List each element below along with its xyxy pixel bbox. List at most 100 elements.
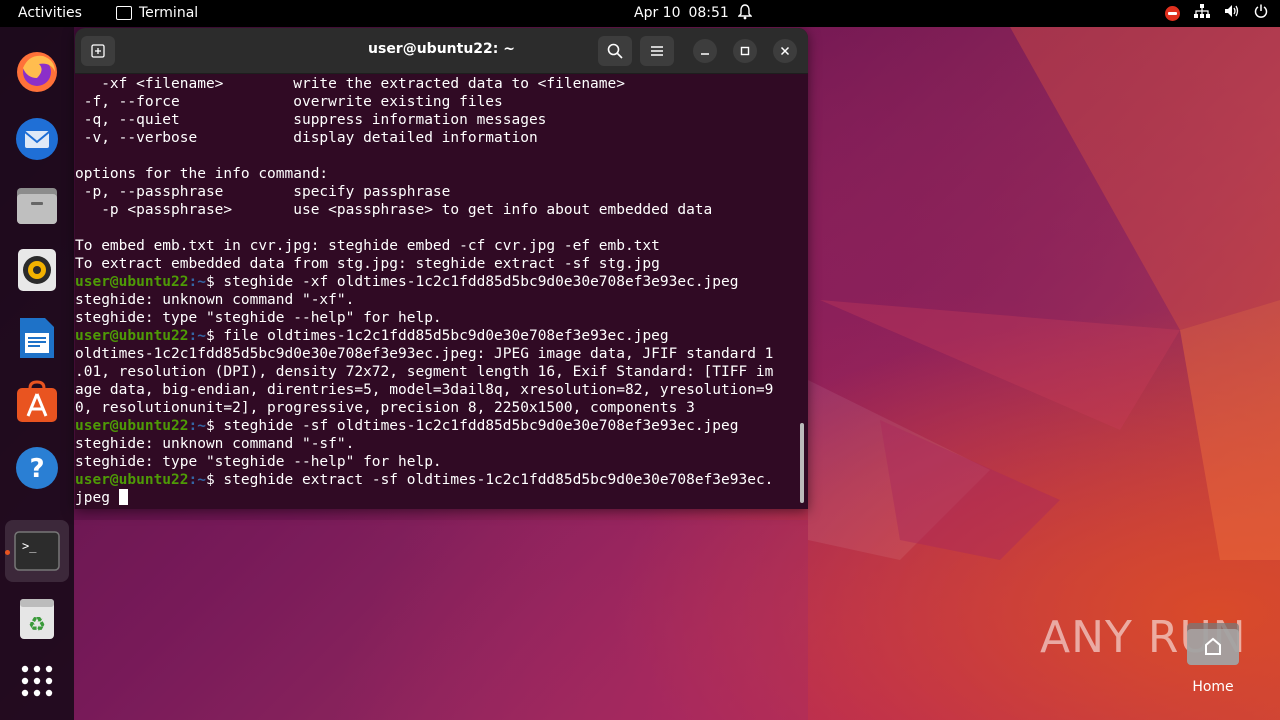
clock-time: 08:51 [688, 5, 729, 21]
prompt-path: :~ [188, 274, 206, 290]
output-text: -f, --force overwrite existing files [75, 94, 503, 110]
terminal-small-icon [116, 6, 132, 20]
minimize-icon [701, 53, 709, 55]
command-text: $ steghide -xf oldtimes-1c2c1fdd85d5bc9d… [205, 274, 739, 290]
output-text: 0, resolutionunit=2], progressive, preci… [75, 400, 695, 416]
rhythmbox-icon[interactable] [13, 246, 61, 294]
dock: ? >_ ♻ [0, 27, 74, 720]
command-continuation: jpeg [75, 490, 119, 506]
trash-icon[interactable]: ♻ [13, 595, 61, 643]
output-text: .01, resolution (DPI), density 72x72, se… [75, 364, 774, 380]
terminal-output-line: -q, --quiet suppress information message… [75, 111, 808, 129]
output-text: To extract embedded data from stg.jpg: s… [75, 256, 660, 272]
terminal-output-line: .01, resolution (DPI), density 72x72, se… [75, 363, 808, 381]
text-cursor [118, 489, 128, 505]
output-text: oldtimes-1c2c1fdd85d5bc9d0e30e708ef3e93e… [75, 346, 774, 362]
power-icon[interactable] [1254, 4, 1268, 22]
bell-icon[interactable] [737, 4, 753, 24]
terminal-output-line: -p, --passphrase specify passphrase [75, 183, 808, 201]
output-text: steghide: unknown command "-sf". [75, 436, 355, 452]
search-icon [607, 43, 623, 59]
terminal-output[interactable]: -xf <filename> write the extracted data … [75, 75, 808, 509]
terminal-output-line: To extract embedded data from stg.jpg: s… [75, 255, 808, 273]
svg-text:?: ? [29, 454, 44, 484]
command-text: $ steghide -sf oldtimes-1c2c1fdd85d5bc9d… [205, 418, 739, 434]
terminal-output-line: -f, --force overwrite existing files [75, 93, 808, 111]
network-icon[interactable] [1194, 4, 1210, 22]
firefox-icon[interactable] [13, 48, 61, 96]
clock[interactable]: Apr 10 08:51 [634, 5, 729, 21]
prompt-path: :~ [188, 328, 206, 344]
output-text: steghide: unknown command "-xf". [75, 292, 355, 308]
terminal-prompt-line: user@ubuntu22:~$ file oldtimes-1c2c1fdd8… [75, 327, 808, 345]
prompt-user: user@ubuntu22 [75, 328, 189, 344]
terminal-scrollbar[interactable] [800, 423, 804, 503]
terminal-output-line: age data, big-endian, direntries=5, mode… [75, 381, 808, 399]
minimize-button[interactable] [693, 39, 717, 63]
app-name: Terminal [139, 5, 199, 21]
search-button[interactable] [598, 36, 632, 66]
volume-icon[interactable] [1224, 4, 1240, 22]
terminal-output-line: -p <passphrase> use <passphrase> to get … [75, 201, 808, 219]
prompt-path: :~ [188, 418, 206, 434]
prompt-user: user@ubuntu22 [75, 274, 189, 290]
terminal-output-line: -v, --verbose display detailed informati… [75, 129, 808, 147]
output-text: -q, --quiet suppress information message… [75, 112, 547, 128]
command-text: $ file oldtimes-1c2c1fdd85d5bc9d0e30e708… [205, 328, 669, 344]
command-text: $ steghide extract -sf oldtimes-1c2c1fdd… [205, 472, 774, 488]
terminal-prompt-line: user@ubuntu22:~$ steghide -sf oldtimes-1… [75, 417, 808, 435]
maximize-icon [740, 46, 750, 56]
activities-button[interactable]: Activities [18, 5, 82, 21]
show-apps-icon[interactable] [13, 657, 61, 705]
thunderbird-icon[interactable] [13, 115, 61, 163]
output-text: To embed emb.txt in cvr.jpg: steghide em… [75, 238, 660, 254]
output-text: -xf <filename> write the extracted data … [75, 76, 625, 92]
libreoffice-writer-icon[interactable] [13, 314, 61, 362]
terminal-prompt-line: user@ubuntu22:~$ steghide extract -sf ol… [75, 471, 808, 489]
system-tray[interactable] [1165, 4, 1268, 22]
hamburger-icon [651, 46, 663, 56]
prompt-user: user@ubuntu22 [75, 418, 189, 434]
terminal-output-line: options for the info command: [75, 165, 808, 183]
terminal-output-line: steghide: type "steghide --help" for hel… [75, 453, 808, 471]
prompt-user: user@ubuntu22 [75, 472, 189, 488]
output-text: -p <passphrase> use <passphrase> to get … [75, 202, 713, 218]
top-bar: Activities Terminal Apr 10 08:51 [0, 0, 1280, 27]
home-folder-label[interactable]: Home [1184, 679, 1242, 695]
home-folder-icon[interactable] [1186, 620, 1240, 666]
terminal-output-line: steghide: unknown command "-xf". [75, 291, 808, 309]
app-center-icon[interactable] [13, 378, 61, 426]
terminal-output-line: To embed emb.txt in cvr.jpg: steghide em… [75, 237, 808, 255]
help-icon[interactable]: ? [13, 444, 61, 492]
do-not-disturb-icon[interactable] [1165, 5, 1180, 21]
terminal-window[interactable]: user@ubuntu22: ~ -xf <filename> write th… [75, 28, 808, 509]
close-button[interactable] [773, 39, 797, 63]
output-text: steghide: type "steghide --help" for hel… [75, 454, 442, 470]
terminal-output-line: jpeg [75, 489, 808, 507]
terminal-output-line: -xf <filename> write the extracted data … [75, 75, 808, 93]
files-icon[interactable] [13, 181, 61, 229]
terminal-headerbar[interactable]: user@ubuntu22: ~ [75, 28, 808, 74]
menu-button[interactable] [640, 36, 674, 66]
terminal-icon[interactable]: >_ [13, 527, 61, 575]
terminal-output-line: oldtimes-1c2c1fdd85d5bc9d0e30e708ef3e93e… [75, 345, 808, 363]
svg-text:>_: >_ [22, 539, 37, 553]
prompt-path: :~ [188, 472, 206, 488]
output-text: options for the info command: [75, 166, 329, 182]
output-text: age data, big-endian, direntries=5, mode… [75, 382, 774, 398]
maximize-button[interactable] [733, 39, 757, 63]
output-text: -p, --passphrase specify passphrase [75, 184, 451, 200]
terminal-output-line: 0, resolutionunit=2], progressive, preci… [75, 399, 808, 417]
app-menu[interactable]: Terminal [116, 5, 198, 21]
output-text: steghide: type "steghide --help" for hel… [75, 310, 442, 326]
terminal-prompt-line: user@ubuntu22:~$ steghide -xf oldtimes-1… [75, 273, 808, 291]
close-icon [780, 46, 790, 56]
running-indicator [5, 550, 10, 555]
terminal-output-line: steghide: type "steghide --help" for hel… [75, 309, 808, 327]
clock-date: Apr 10 [634, 5, 681, 21]
terminal-output-line: steghide: unknown command "-sf". [75, 435, 808, 453]
output-text: -v, --verbose display detailed informati… [75, 130, 538, 146]
svg-text:♻: ♻ [28, 612, 46, 636]
